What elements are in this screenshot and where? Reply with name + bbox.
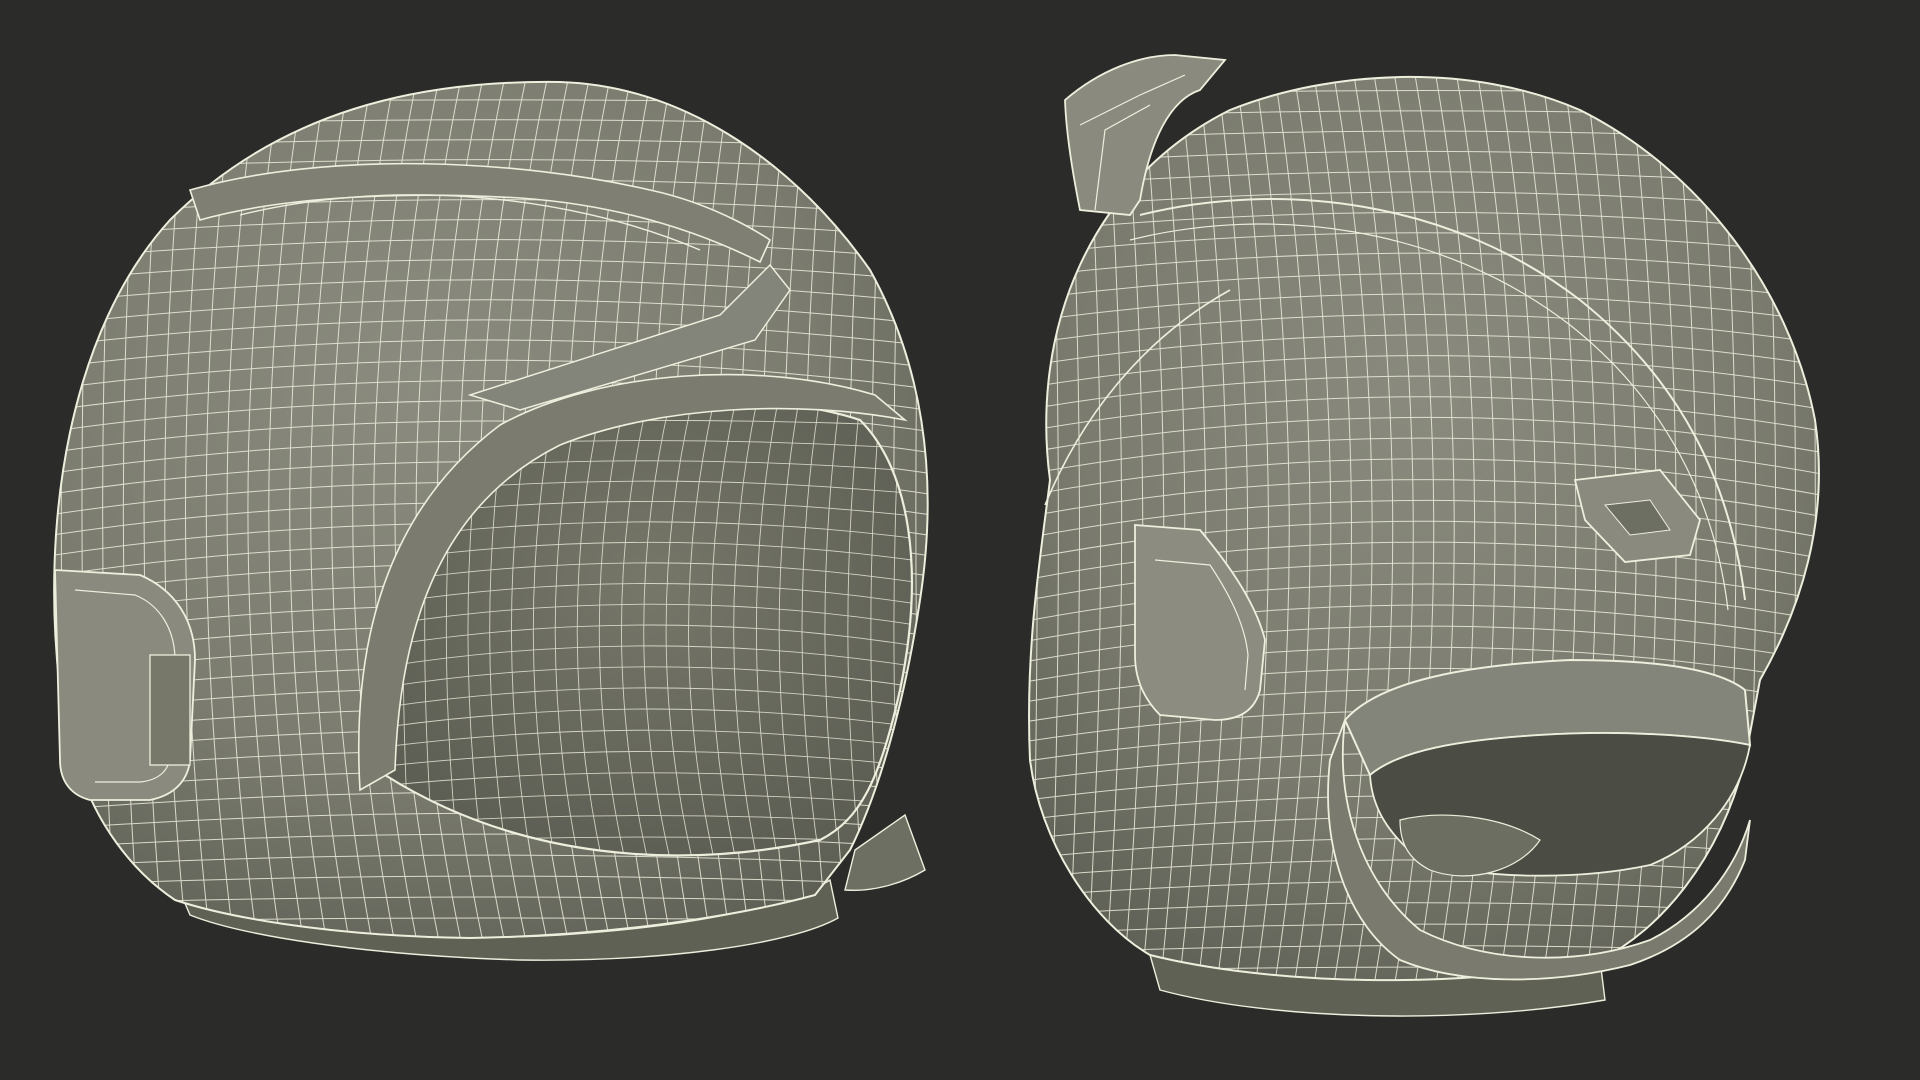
wireframe-render (53, 54, 1820, 1017)
helmet-front-three-quarter-view (1028, 54, 1820, 1017)
helmet-rear-three-quarter-view (53, 80, 929, 961)
render-viewport (0, 0, 1920, 1080)
